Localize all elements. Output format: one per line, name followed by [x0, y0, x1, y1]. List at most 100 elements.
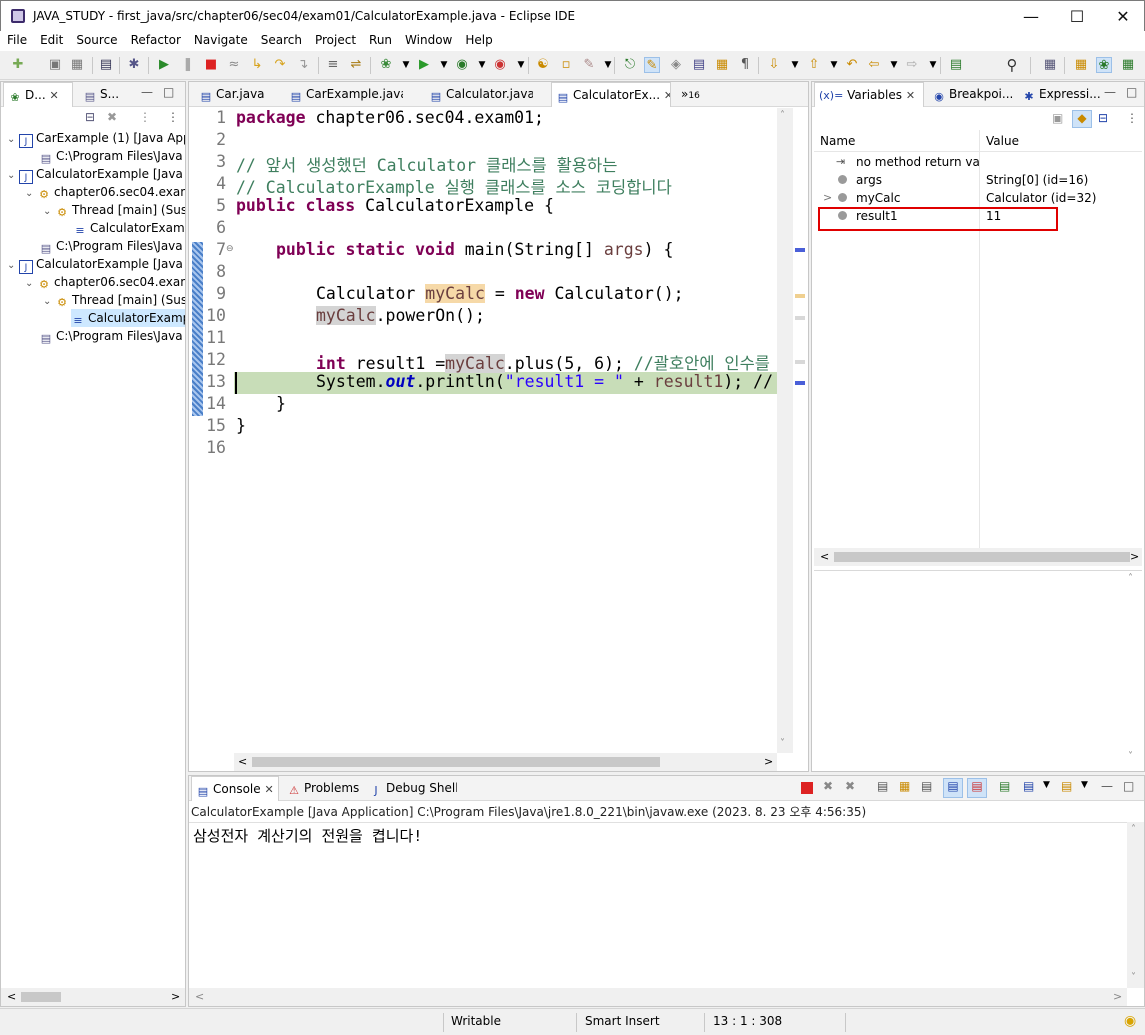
minimize-view-icon[interactable]: — [141, 85, 153, 99]
open-console-icon[interactable]: ▤ [948, 57, 964, 73]
tab-car-java[interactable]: ▤ Car.java [195, 82, 265, 107]
chevron-down-icon[interactable]: ▼ [436, 57, 452, 73]
scroll-down-icon[interactable]: ˅ [1131, 972, 1136, 983]
chevron-down-icon[interactable]: ▼ [513, 57, 529, 73]
open-folder-icon[interactable]: ▫ [558, 57, 574, 73]
column-header-name[interactable]: Name [820, 130, 855, 152]
show-on-stdout-icon[interactable]: ▤ [943, 778, 963, 798]
close-icon[interactable]: ✕ [906, 89, 915, 102]
scroll-up-icon[interactable]: ˄ [1128, 573, 1133, 584]
display-console-icon[interactable]: ▤ [1023, 779, 1034, 793]
variable-detail-pane[interactable]: ˄ ˅ [814, 570, 1142, 770]
tab-calculator-java[interactable]: ▤ Calculator.java [425, 82, 533, 107]
tree-item-stack-frame-selected[interactable]: ≡ CalculatorExamp [71, 309, 185, 327]
prev-annotation-icon[interactable]: ⇧ [806, 57, 822, 73]
view-menu-icon[interactable]: ⋮ [1126, 111, 1138, 125]
scroll-up-icon[interactable]: ˄ [780, 110, 785, 121]
java-perspective-icon[interactable]: ▦ [1073, 57, 1089, 73]
back-icon[interactable]: ⇦ [866, 57, 882, 73]
scrollbar-thumb[interactable] [252, 757, 660, 767]
vertical-scrollbar[interactable]: ˄ ˅ [777, 108, 793, 753]
scroll-left-icon[interactable]: < [195, 990, 204, 1003]
last-edit-icon[interactable]: ↶ [844, 57, 860, 73]
save-icon[interactable]: ▣ [47, 57, 63, 73]
pin-console-icon[interactable]: ▤ [999, 779, 1010, 793]
minimize-view-icon[interactable]: — [1101, 779, 1113, 793]
step-return-icon[interactable]: ↴ [295, 57, 311, 73]
word-wrap-icon[interactable]: ▤ [921, 779, 932, 793]
skip-breakpoints-icon[interactable]: ✱ [126, 57, 142, 73]
vertical-scrollbar[interactable]: ˄ ˅ [1127, 822, 1144, 988]
expand-twisty[interactable]: ⌄ [7, 131, 19, 149]
tab-servers[interactable]: ▤ S... [79, 82, 129, 107]
tree-item-launch[interactable]: ⌄ J CalculatorExample [Java A [7, 255, 185, 275]
scroll-right-icon[interactable]: > [764, 755, 773, 768]
show-type-names-icon[interactable]: ▣ [1052, 111, 1063, 125]
run-icon[interactable]: ▶ [416, 57, 432, 73]
remove-terminated-icon[interactable]: ✖ [107, 110, 117, 124]
show-whitespace-icon[interactable]: ¶ [737, 57, 753, 73]
show-logical-structure-icon[interactable]: ◆ [1072, 110, 1092, 128]
tree-item-launch[interactable]: ⌄ J CalculatorExample [Java A [7, 165, 185, 185]
expand-twisty[interactable]: ⌄ [7, 167, 19, 185]
open-perspective-icon[interactable]: ▦ [1042, 57, 1058, 73]
scroll-right-icon[interactable]: > [1113, 990, 1122, 1003]
chevron-down-icon[interactable]: ▼ [474, 57, 490, 73]
scroll-left-icon[interactable]: < [238, 755, 247, 768]
disconnect-icon[interactable]: ≈ [226, 57, 242, 73]
coverage-icon[interactable]: ◉ [454, 57, 470, 73]
tree-item-process[interactable]: ▤ C:\Program Files\Java [39, 237, 183, 255]
expand-twisty[interactable]: ⌄ [43, 293, 55, 311]
more-icon[interactable]: ⋮ [167, 110, 179, 124]
close-icon[interactable]: ✕ [264, 783, 273, 796]
close-icon[interactable]: ✕ [664, 89, 670, 102]
collapse-all-icon[interactable]: ⊟ [1098, 111, 1108, 125]
scrollbar-thumb[interactable] [834, 552, 1130, 562]
fold-toggle-icon[interactable]: ⊖ [226, 244, 234, 254]
search-icon[interactable]: ⚲ [1004, 57, 1020, 73]
breadcrumb-icon[interactable]: ▦ [714, 57, 730, 73]
team-perspective-icon[interactable]: ▦ [1120, 57, 1136, 73]
remove-launch-icon[interactable]: ✖ [823, 779, 833, 793]
console-output-area[interactable]: 삼성전자 계산기의 전원을 켭니다! [189, 822, 1127, 988]
menu-window[interactable]: Window [398, 31, 458, 47]
menu-refactor[interactable]: Refactor [124, 31, 187, 47]
expand-twisty[interactable]: ⌄ [7, 257, 19, 275]
scroll-left-icon[interactable]: < [7, 990, 16, 1003]
maximize-view-icon[interactable]: □ [1126, 85, 1137, 99]
drop-to-frame-icon[interactable]: ⇌ [348, 57, 364, 73]
remove-all-icon[interactable]: ✖ [845, 779, 855, 793]
chevron-down-icon[interactable]: ▼ [886, 57, 902, 73]
menu-search[interactable]: Search [254, 31, 308, 47]
maximize-button[interactable]: ☐ [1054, 1, 1100, 32]
expand-twisty[interactable]: ⌄ [25, 275, 37, 293]
tab-carexample-java[interactable]: ▤ CarExample.java [285, 82, 403, 107]
collapse-all-icon[interactable]: ⊟ [85, 110, 95, 124]
next-annotation-icon[interactable]: ⇩ [766, 57, 782, 73]
suspend-icon[interactable]: ❚ [180, 57, 196, 73]
menu-edit[interactable]: Edit [33, 31, 69, 47]
tab-breakpoints[interactable]: ◉ Breakpoi... [928, 82, 1016, 107]
lightbulb-icon[interactable]: ◉ [1124, 1013, 1136, 1029]
scroll-right-icon[interactable]: > [171, 990, 180, 1003]
chevron-down-icon[interactable]: ▼ [826, 57, 842, 73]
toggle-block-icon[interactable]: ▤ [691, 57, 707, 73]
table-row[interactable]: args String[0] (id=16) [814, 171, 1142, 189]
tree-item-stack-frame[interactable]: ≡ CalculatorExamp [73, 219, 185, 237]
menu-run[interactable]: Run [362, 31, 398, 47]
tab-debug-shell[interactable]: J Debug Shell [365, 776, 457, 801]
tree-item-thread[interactable]: ⌄ ⚙ Thread [main] (Susp [43, 201, 185, 219]
scroll-left-icon[interactable]: < [820, 550, 829, 563]
debug-icon[interactable]: ❀ [378, 57, 394, 73]
close-button[interactable]: ✕ [1100, 1, 1145, 32]
chevron-down-icon[interactable]: ▼ [925, 57, 941, 73]
chevron-down-icon[interactable]: ▼ [787, 57, 803, 73]
external-tools-icon[interactable]: ◉ [492, 57, 508, 73]
menu-file[interactable]: File [0, 31, 33, 47]
forward-icon[interactable]: ⇨ [904, 57, 920, 73]
horizontal-scrollbar[interactable]: < > [814, 548, 1142, 566]
terminate-icon[interactable] [801, 782, 813, 794]
debug-perspective-icon[interactable]: ❀ [1096, 57, 1112, 73]
maximize-view-icon[interactable]: □ [1123, 779, 1134, 793]
table-row[interactable]: ⇥ no method return value [814, 153, 1142, 171]
